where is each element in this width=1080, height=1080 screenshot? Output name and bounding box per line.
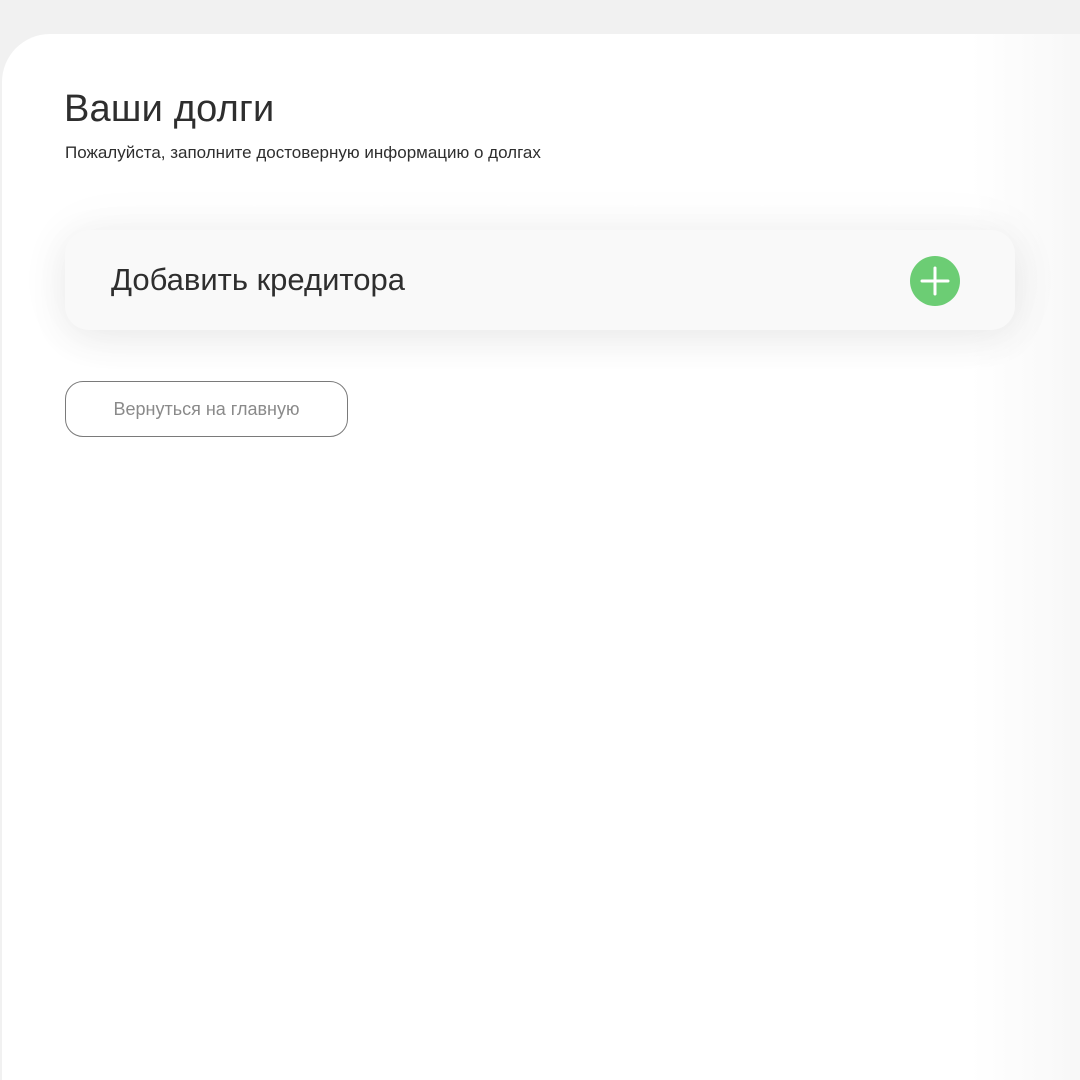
content-panel [2, 34, 1080, 1080]
plus-icon [920, 266, 950, 296]
page-subtitle: Пожалуйста, заполните достоверную информ… [65, 143, 541, 162]
add-creditor-label: Добавить кредитора [111, 262, 405, 297]
page-title: Ваши долги [64, 88, 275, 130]
add-creditor-card[interactable]: Добавить кредитора [65, 230, 1015, 330]
page: Ваши долги Пожалуйста, заполните достове… [0, 0, 1080, 1080]
add-creditor-button[interactable] [910, 256, 960, 306]
back-to-home-button[interactable]: Вернуться на главную [65, 381, 348, 437]
